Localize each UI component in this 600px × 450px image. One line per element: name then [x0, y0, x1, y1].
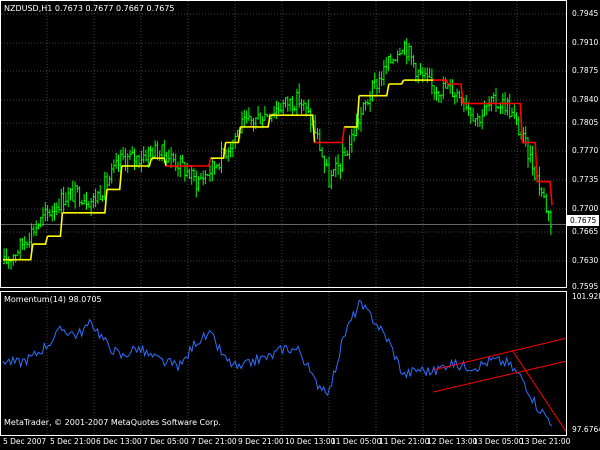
- time-label: 7 Dec 21:00: [191, 437, 237, 446]
- time-label: 7 Dec 05:00: [143, 437, 189, 446]
- price-label: 0.7840: [572, 95, 599, 104]
- trailing-stop-segment: [388, 79, 405, 85]
- indicator-min-label: 97.6764: [572, 425, 600, 434]
- trailing-stop-segment: [32, 236, 49, 245]
- trailing-stop-segment: [344, 95, 360, 128]
- main-grid: [1, 1, 566, 287]
- price-label: 0.7665: [572, 227, 599, 236]
- time-label: 10 Dec 13:00: [285, 437, 336, 446]
- price-label: 0.7735: [572, 175, 599, 184]
- price-label: 0.7630: [572, 256, 599, 265]
- momentum-line: [2, 299, 553, 427]
- indicator-label: Momentum(14) 98.0705: [4, 295, 102, 304]
- chart-window[interactable]: NZDUSD,H1 0.7673 0.7677 0.7667 0.7675 Mo…: [0, 0, 600, 450]
- trailing-stop-segment: [195, 158, 212, 167]
- main-pane-border: [0, 0, 567, 288]
- momentum-path: [2, 299, 553, 427]
- time-label: 6 Dec 13:00: [96, 437, 142, 446]
- symbol-info: NZDUSD,H1 0.7673 0.7677 0.7667 0.7675: [4, 4, 175, 13]
- time-label: 11 Dec 21:00: [379, 437, 430, 446]
- trailing-stop-segment: [299, 114, 316, 143]
- indicator-pane-border: [0, 291, 567, 436]
- trailing-stop-line: [3, 79, 553, 261]
- price-candles: [2, 38, 553, 270]
- price-label: 0.7770: [572, 146, 599, 155]
- chart-canvas[interactable]: [0, 0, 600, 450]
- current-price-tag: 0.7675: [566, 215, 599, 226]
- indicator-max-label: 101.9283: [572, 292, 600, 301]
- price-label: 0.7910: [572, 38, 599, 47]
- price-label: 0.7700: [572, 204, 599, 213]
- time-label: 12 Dec 13:00: [427, 437, 478, 446]
- time-label: 13 Dec 05:00: [473, 437, 524, 446]
- price-label: 0.7595: [572, 282, 599, 291]
- copyright-notice: MetaTrader, © 2001-2007 MetaQuotes Softw…: [4, 418, 221, 427]
- time-label: 5 Dec 21:00: [50, 437, 96, 446]
- price-label: 0.7945: [572, 9, 599, 18]
- price-label: 0.7805: [572, 118, 599, 127]
- time-label: 9 Dec 21:00: [238, 437, 284, 446]
- time-label: 13 Dec 21:00: [520, 437, 571, 446]
- price-label: 0.7875: [572, 66, 599, 75]
- time-label: 5 Dec 2007: [3, 437, 47, 446]
- indicator-grid: [46, 292, 518, 435]
- time-label: 11 Dec 05:00: [331, 437, 382, 446]
- trailing-stop-segment: [329, 126, 346, 144]
- trend-channel: [432, 337, 568, 434]
